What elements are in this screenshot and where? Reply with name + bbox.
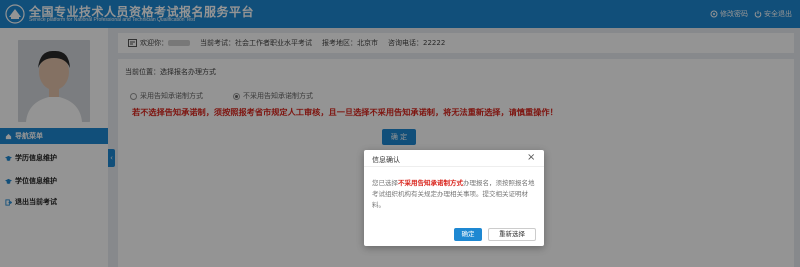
confirm-dialog: 信息确认 × 您已选择不采用告知承诺制方式办理报名，须按照报名地考试组织机构有关… (364, 150, 544, 246)
dialog-ok-button[interactable]: 确定 (454, 228, 482, 241)
dialog-message-highlight: 不采用告知承诺制方式 (398, 179, 463, 187)
dialog-message: 您已选择不采用告知承诺制方式办理报名，须按照报名地考试组织机构有关规定办理相关事… (372, 178, 537, 211)
dialog-reselect-button[interactable]: 重新选择 (488, 228, 536, 241)
close-icon[interactable]: × (527, 153, 535, 163)
dialog-title: 信息确认 (372, 156, 400, 164)
dialog-header: 信息确认 × (364, 150, 544, 167)
dialog-message-prefix: 您已选择 (372, 179, 398, 187)
